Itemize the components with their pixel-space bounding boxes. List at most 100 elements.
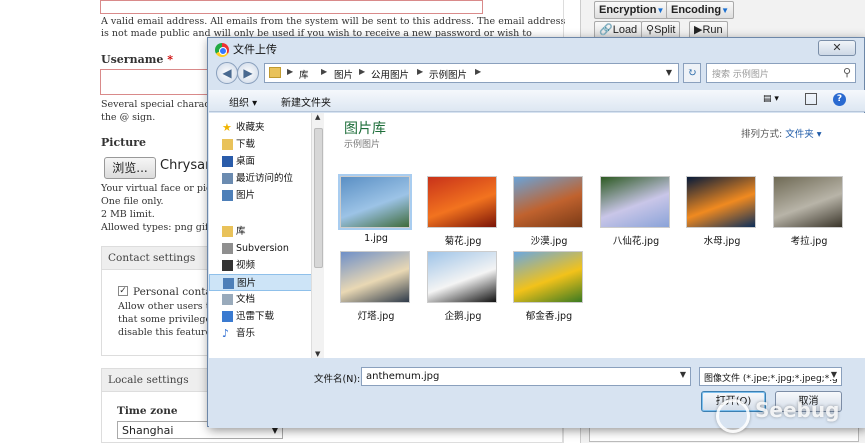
thumbnail-image [686,176,756,228]
folder-icon [269,67,281,78]
chrome-logo-icon [215,43,229,57]
thumbnail-image [427,251,497,303]
help-icon[interactable]: ? [833,93,846,106]
filetype-select[interactable]: 图像文件 (*.jpe;*.jpg;*.jpeg;*.g ▼ [699,367,842,386]
forward-arrow-icon[interactable]: ▶ [237,62,259,84]
tree-item[interactable]: ♪ 音乐 [209,325,313,342]
tree-item[interactable]: 文档 [209,291,313,308]
file-name: 菊花.jpg [444,236,482,247]
personal-contact-checkbox[interactable]: ✓ [118,286,128,296]
tree-item-label: 库 [236,226,246,237]
back-arrow-icon[interactable]: ◀ [216,62,238,84]
document-icon [222,294,233,305]
tree-item[interactable]: 图片 [209,187,313,204]
seebug-logo-icon [716,399,750,433]
library-subtitle: 示例图片 [344,140,381,150]
pictures-icon [222,190,233,201]
file-thumbnail[interactable]: 八仙花.jpg [600,176,672,247]
tree-item-label: 图片 [236,190,256,201]
file-thumbnail[interactable]: 水母.jpg [686,176,758,247]
star-icon: ★ [222,121,232,134]
music-icon: ♪ [222,327,230,340]
sort-control[interactable]: 排列方式: 文件夹 ▾ [741,126,822,140]
chevron-down-icon[interactable]: ▼ [680,370,686,379]
breadcrumb-library[interactable]: 库 [299,67,309,81]
tree-item[interactable]: 迅雷下载 [209,308,313,325]
tree-item-label: 收藏夹 [236,122,265,133]
tree-item-label: 最近访问的位 [236,173,294,184]
library-title: 图片库 [344,121,386,137]
file-name: 1.jpg [364,233,388,244]
tree-item[interactable]: 图片 [209,274,313,291]
picture-label: Picture [101,136,147,149]
tree-item[interactable]: 视频 [209,257,313,274]
tree-item[interactable]: ★ 收藏夹 [209,119,313,136]
selected-file-name: Chrysan [160,158,214,173]
search-input[interactable]: 搜索 示例图片 ⚲ [706,63,856,83]
browse-button[interactable]: 浏览... [104,157,156,179]
file-thumbnail[interactable]: 沙漠.jpg [513,176,585,247]
file-thumbnail[interactable]: 企鹅.jpg [427,251,499,322]
scrollbar-thumb[interactable] [314,128,323,268]
organize-menu[interactable]: 组织 ▾ [229,94,257,109]
thumbnail-image [513,251,583,303]
file-name: 考拉.jpg [790,236,828,247]
desktop-icon [222,156,233,167]
tree-item-label: 下载 [236,139,256,150]
breadcrumb-separator: ▶ [287,67,294,76]
search-icon: ⚲ [842,66,851,79]
view-menu-icon[interactable]: ▤ ▾ [763,94,779,104]
recent-icon [222,173,233,184]
split-icon: ⚲ [646,24,655,36]
picture-limit-count: One file only. [101,196,164,207]
tree-item[interactable]: Subversion [209,240,313,257]
refresh-icon[interactable]: ↻ [683,63,701,83]
scroll-up-icon[interactable]: ▲ [315,113,320,121]
username-field[interactable] [100,69,220,95]
thunder-icon [222,311,233,322]
breadcrumb-separator: ▶ [475,67,482,76]
new-folder-button[interactable]: 新建文件夹 [281,94,331,109]
filename-input[interactable]: anthemum.jpg ▼ [361,367,691,386]
address-bar[interactable]: ▶ 库 ▶ 图片 ▶ 公用图片 ▶ 示例图片 ▶ ▼ [264,63,679,83]
thumbnail-image [513,176,583,228]
file-name: 水母.jpg [703,236,741,247]
encoding-menu[interactable]: Encoding▼ [666,1,735,19]
chevron-down-icon: ▼ [828,370,837,379]
video-icon [222,260,233,271]
file-name: 沙漠.jpg [530,236,568,247]
file-thumbnail[interactable]: 1.jpg [338,174,412,246]
tree-item[interactable]: 库 [209,223,313,240]
file-thumbnail[interactable]: 郁金香.jpg [513,251,585,322]
tree-item-label: 视频 [236,260,256,271]
thumbnail-image [338,174,412,230]
chevron-down-icon[interactable]: ▼ [666,68,672,77]
breadcrumb-pictures[interactable]: 图片 [334,67,353,81]
preview-pane-icon[interactable] [805,93,817,105]
file-thumbnail[interactable]: 灯塔.jpg [340,251,412,322]
tree-item-label: 迅雷下载 [236,311,275,322]
contact-description-3: disable this feature. [118,327,215,338]
tree-scrollbar[interactable]: ▲ ▼ [311,113,324,358]
file-upload-dialog: 文件上传 ✕ ◀ ▶ ▶ 库 ▶ 图片 ▶ 公用图片 ▶ 示例图片 ▶ ▼ ↻ … [207,37,865,428]
contact-settings-header[interactable]: Contact settings [101,246,221,270]
encryption-menu[interactable]: Encryption▼ [594,1,670,19]
load-icon: 🔗 [599,24,613,36]
username-label: Username * [101,53,173,66]
tree-item-label: 桌面 [236,156,256,167]
breadcrumb-public-pictures[interactable]: 公用图片 [371,67,409,81]
dropdown-arrow-icon: ▼ [656,6,665,15]
scroll-down-icon[interactable]: ▼ [315,350,320,358]
tree-item[interactable]: 最近访问的位 [209,170,313,187]
breadcrumb-sample-pictures[interactable]: 示例图片 [429,67,467,81]
file-thumbnail[interactable]: 考拉.jpg [773,176,845,247]
navigation-tree: ★ 收藏夹 下载 桌面 最近访问的位 图片库 Subversion 视频 图片 文档 迅雷下载 ♪ 音乐 [209,113,314,358]
tree-item[interactable]: 桌面 [209,153,313,170]
close-button[interactable]: ✕ [818,40,856,56]
username-description-2: the @ sign. [101,112,156,123]
locale-settings-header[interactable]: Locale settings [101,368,221,392]
email-field[interactable] [100,0,483,14]
file-thumbnail[interactable]: 菊花.jpg [427,176,499,247]
file-name: 郁金香.jpg [525,311,573,322]
tree-item[interactable]: 下载 [209,136,313,153]
